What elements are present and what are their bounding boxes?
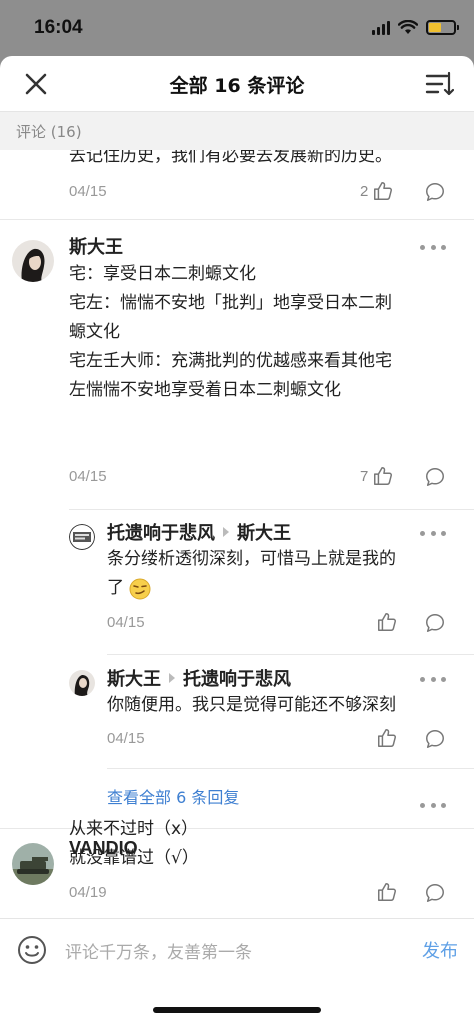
home-indicator[interactable] [153,1007,321,1013]
comment-bubble-icon[interactable] [424,612,446,634]
comment-bubble-icon[interactable] [424,181,446,203]
sort-icon[interactable] [424,70,454,98]
comment-input[interactable]: 评论千万条，友善第一条 [65,938,252,963]
comment-line-with-emoji: 了 [107,574,396,603]
avatar[interactable] [12,240,54,282]
view-all-replies-link[interactable]: 查看全部 6 条回复 [107,784,239,808]
comment-text: 从来不过时（x） 就没靠谱过（√） [69,815,199,873]
comment-date: 04/15 [69,468,107,485]
comment-item: 去记住历史，我们有必要去发展新的历史。 04/15 2 [0,150,474,220]
thumbs-up-icon[interactable] [376,881,398,903]
status-time: 16:04 [34,17,83,38]
comment-line: 你随便用。我只是觉得可能还不够深刻 [107,695,396,715]
comment-line: 螈文化 [69,322,120,342]
battery-icon [426,20,459,35]
reply-avatar[interactable] [69,524,95,550]
status-icons [372,20,459,35]
section-header: 评论 (16) [0,112,474,150]
reply-date: 04/15 [107,730,145,747]
comment-line: 左惴惴不安地享受着日本二刺螈文化 [69,380,341,400]
thumbs-up-icon[interactable] [376,727,398,749]
avatar[interactable] [12,843,54,885]
avatar-image [12,843,54,885]
author-name[interactable]: 托遗响于悲风 [107,519,215,545]
reply-author-line: 托遗响于悲风 斯大王 [107,519,291,545]
avatar-image [12,240,54,282]
comment-line: 从来不过时（x） [69,819,199,839]
thumbs-up-icon[interactable] [376,611,398,633]
like-count: 7 [360,467,369,485]
comment-line: 条分缕析透彻深刻，可惜马上就是我的 [107,549,396,569]
comment-line: 宅左壬大师：充满批判的优越感来看其他宅 [69,351,392,371]
comment-line: 宅左：惴惴不安地「批判」地享受日本二刺 [69,293,392,313]
cellular-signal-icon [372,20,390,35]
reply-arrow-icon [169,673,175,683]
author-name[interactable]: 斯大王 [69,233,123,259]
comment-bubble-icon[interactable] [424,882,446,904]
comment-bubble-icon[interactable] [424,466,446,488]
status-bar: 16:04 [0,0,474,58]
reply-to-name[interactable]: 斯大王 [237,519,291,545]
comment-date: 04/19 [69,884,107,901]
thumbs-up-icon [374,467,393,485]
smirk-emoji-icon [129,578,151,599]
comment-line: 去记住历史，我们有必要去发展新的历史。 [69,150,392,166]
divider [69,509,474,510]
comment-author[interactable]: 斯大王 [69,233,123,259]
avatar-image [69,670,95,696]
page-title: 全部 16 条评论 [169,75,305,97]
reply-text: 条分缕析透彻深刻，可惜马上就是我的 了 [107,545,396,603]
like-count: 2 [360,182,369,200]
like-button[interactable]: 7 [360,465,394,487]
wifi-icon [398,20,418,34]
comment-date: 04/15 [69,183,107,200]
more-options-icon[interactable] [420,675,446,683]
author-name[interactable]: 斯大王 [107,665,161,691]
divider [107,768,474,769]
comment-list[interactable]: 去记住历史，我们有必要去发展新的历史。 04/15 2 斯大王 宅：享受日本二刺… [0,150,474,918]
comment-bubble-icon[interactable] [424,728,446,750]
close-icon[interactable] [22,70,50,98]
comment-count-label: 评论 (16) [16,122,82,141]
like-button[interactable]: 2 [360,180,394,202]
divider [107,654,474,655]
thumbs-up-icon [374,182,393,200]
comment-item: 斯大王 宅：享受日本二刺螈文化 宅左：惴惴不安地「批判」地享受日本二刺 螈文化 … [0,220,474,772]
more-options-icon[interactable] [420,529,446,537]
more-options-icon[interactable] [420,243,446,251]
reply-to-name[interactable]: 托遗响于悲风 [183,665,291,691]
more-options-icon[interactable] [420,801,446,809]
reply-avatar[interactable] [69,670,95,696]
comment-input-bar: 评论千万条，友善第一条 发布 [0,918,474,978]
comment-text: 宅：享受日本二刺螈文化 宅左：惴惴不安地「批判」地享受日本二刺 螈文化 宅左壬大… [69,260,392,405]
comment-line: 就没靠谱过（√） [69,848,199,868]
reply-arrow-icon [223,527,229,537]
publish-button[interactable]: 发布 [422,937,458,963]
emoji-icon[interactable] [17,935,47,965]
avatar-image [69,524,95,550]
sheet-header: 全部 16 条评论 [0,56,474,112]
reply-author-line: 斯大王 托遗响于悲风 [107,665,291,691]
comment-text: 去记住历史，我们有必要去发展新的历史。 [69,150,392,171]
reply-text: 你随便用。我只是觉得可能还不够深刻 [107,691,396,720]
comment-line: 宅：享受日本二刺螈文化 [69,264,256,284]
comments-sheet: 全部 16 条评论 评论 (16) 去记住历史，我们有必要去发展新的历史。 04… [0,56,474,1026]
comment-line: 了 [107,578,124,598]
reply-date: 04/15 [107,614,145,631]
